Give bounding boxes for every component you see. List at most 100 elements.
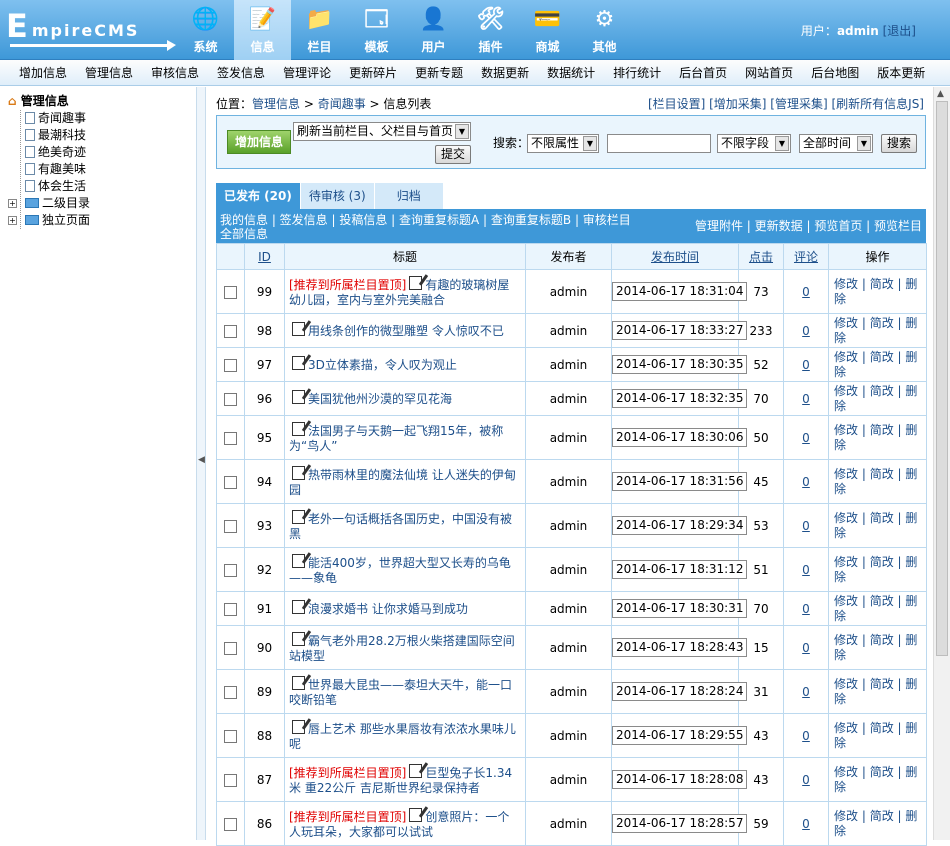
row-checkbox[interactable] — [224, 392, 237, 406]
tree-folder[interactable]: + 二级目录 — [8, 195, 196, 212]
quick-edit-link[interactable]: 简改 — [870, 277, 894, 291]
scroll-thumb[interactable] — [936, 101, 948, 656]
title-link[interactable]: 热带雨林里的魔法仙境 让人迷失的伊甸园 — [289, 468, 516, 497]
comments-link[interactable]: 0 — [802, 392, 810, 406]
row-checkbox[interactable] — [224, 641, 237, 655]
row-checkbox[interactable] — [224, 773, 237, 787]
publish-time-field[interactable]: 2014-06-17 18:29:55 — [612, 726, 748, 745]
status-tab[interactable]: 待审核 (3) — [300, 183, 374, 209]
tree-item[interactable]: 体会生活 — [8, 178, 196, 195]
row-checkbox[interactable] — [224, 563, 237, 577]
subnav-item[interactable]: 增加信息 — [10, 60, 76, 85]
publish-time-field[interactable]: 2014-06-17 18:28:43 — [612, 638, 748, 657]
row-checkbox[interactable] — [224, 324, 237, 338]
publish-time-field[interactable]: 2014-06-17 18:31:04 — [612, 282, 748, 301]
edit-link[interactable]: 修改 — [834, 423, 858, 437]
subnav-item[interactable]: 数据更新 — [472, 60, 538, 85]
quick-edit-link[interactable]: 简改 — [870, 721, 894, 735]
title-link[interactable]: 老外一句话概括各国历史，中国没有被黑 — [289, 512, 512, 541]
nav-user[interactable]: 👤 用户 — [405, 0, 462, 60]
comments-link[interactable]: 0 — [802, 563, 810, 577]
title-link[interactable]: 唇上艺术 那些水果唇妆有浓浓水果味儿呢 — [289, 722, 516, 751]
edit-note-icon[interactable] — [292, 675, 305, 690]
publish-time-field[interactable]: 2014-06-17 18:28:57 — [612, 814, 748, 833]
status-tab[interactable]: 归档 — [374, 183, 443, 209]
search-button[interactable]: 搜索 — [881, 134, 917, 153]
subnav-item[interactable]: 网站首页 — [736, 60, 802, 85]
logout-link[interactable]: [退出] — [883, 24, 916, 38]
edit-link[interactable]: 修改 — [834, 511, 858, 525]
quick-edit-link[interactable]: 简改 — [870, 633, 894, 647]
publish-time-field[interactable]: 2014-06-17 18:33:27 — [612, 321, 748, 340]
edit-note-icon[interactable] — [292, 631, 305, 646]
publish-time-field[interactable]: 2014-06-17 18:31:56 — [612, 472, 748, 491]
attribute-select[interactable]: 不限属性 ▼ — [527, 134, 599, 153]
comments-link[interactable]: 0 — [802, 285, 810, 299]
edit-link[interactable]: 修改 — [834, 316, 858, 330]
quick-edit-link[interactable]: 简改 — [870, 423, 894, 437]
edit-note-icon[interactable] — [292, 421, 305, 436]
status-tab[interactable]: 已发布 (20) — [216, 183, 300, 209]
comments-link[interactable]: 0 — [802, 729, 810, 743]
title-link[interactable]: 霸气老外用28.2万根火柴搭建国际空间站模型 — [289, 634, 515, 663]
row-checkbox[interactable] — [224, 519, 237, 533]
left-action-links[interactable]: 我的信息 | 签发信息 | 投稿信息 | 查询重复标题A | 查询重复标题B |… — [220, 213, 640, 241]
search-input[interactable] — [607, 134, 711, 153]
field-select[interactable]: 不限字段 ▼ — [717, 134, 791, 153]
subnav-item[interactable]: 排行统计 — [604, 60, 670, 85]
scroll-up-icon[interactable]: ▲ — [937, 89, 944, 99]
edit-note-icon[interactable] — [409, 275, 423, 290]
edit-link[interactable]: 修改 — [834, 277, 858, 291]
title-link[interactable]: 美国犹他州沙漠的罕见花海 — [308, 392, 452, 406]
subnav-item[interactable]: 数据统计 — [538, 60, 604, 85]
edit-link[interactable]: 修改 — [834, 350, 858, 364]
tree-folder[interactable]: + 独立页面 — [8, 212, 196, 229]
refresh-select[interactable]: 刷新当前栏目、父栏目与首页 ▼ — [293, 122, 471, 141]
edit-link[interactable]: 修改 — [834, 384, 858, 398]
publish-time-field[interactable]: 2014-06-17 18:28:08 — [612, 770, 748, 789]
title-link[interactable]: 浪漫求婚书 让你求婚马到成功 — [308, 602, 468, 616]
edit-link[interactable]: 修改 — [834, 677, 858, 691]
tree-item[interactable]: 奇闻趣事 — [8, 110, 196, 127]
title-link[interactable]: 3D立体素描，令人叹为观止 — [308, 358, 457, 372]
subnav-item[interactable]: 版本更新 — [868, 60, 934, 85]
edit-link[interactable]: 修改 — [834, 555, 858, 569]
edit-link[interactable]: 修改 — [834, 594, 858, 608]
time-select[interactable]: 全部时间 ▼ — [799, 134, 873, 153]
submit-button[interactable]: 提交 — [435, 145, 471, 164]
quick-edit-link[interactable]: 简改 — [870, 316, 894, 330]
publish-time-field[interactable]: 2014-06-17 18:28:24 — [612, 682, 748, 701]
row-checkbox[interactable] — [224, 602, 237, 616]
publish-time-field[interactable]: 2014-06-17 18:32:35 — [612, 389, 748, 408]
publish-time-field[interactable]: 2014-06-17 18:29:34 — [612, 516, 748, 535]
nav-globe[interactable]: 🌐 系统 — [177, 0, 234, 60]
row-checkbox[interactable] — [224, 358, 237, 372]
subnav-item[interactable]: 管理评论 — [274, 60, 340, 85]
publish-time-field[interactable]: 2014-06-17 18:30:06 — [612, 428, 748, 447]
breadcrumb-manage-info[interactable]: 管理信息 — [252, 97, 300, 111]
expand-icon[interactable]: + — [8, 216, 17, 225]
tree-item[interactable]: 最潮科技 — [8, 127, 196, 144]
edit-note-icon[interactable] — [292, 356, 305, 370]
edit-note-icon[interactable] — [409, 763, 423, 778]
edit-link[interactable]: 修改 — [834, 633, 858, 647]
quick-edit-link[interactable]: 简改 — [870, 555, 894, 569]
comments-link[interactable]: 0 — [802, 475, 810, 489]
title-link[interactable]: 能活400岁，世界超大型又长寿的乌龟——象龟 — [289, 556, 511, 585]
publish-time-field[interactable]: 2014-06-17 18:30:31 — [612, 599, 748, 618]
edit-note-icon[interactable] — [409, 807, 423, 822]
id-column-header[interactable]: ID — [244, 243, 285, 270]
edit-link[interactable]: 修改 — [834, 467, 858, 481]
subnav-item[interactable]: 后台地图 — [802, 60, 868, 85]
comments-link[interactable]: 0 — [802, 773, 810, 787]
nav-tools[interactable]: 🛠 插件 — [462, 0, 519, 60]
row-checkbox[interactable] — [224, 817, 237, 831]
edit-note-icon[interactable] — [292, 390, 305, 404]
nav-notepad[interactable]: 📝 信息 — [234, 0, 291, 60]
title-link[interactable]: 用线条创作的微型雕塑 令人惊叹不已 — [308, 324, 504, 338]
row-checkbox[interactable] — [224, 475, 237, 489]
nav-folder[interactable]: 📁 栏目 — [291, 0, 348, 60]
add-info-button[interactable]: 增加信息 — [227, 130, 291, 154]
right-action-links[interactable]: 管理附件 | 更新数据 | 预览首页 | 预览栏目 — [695, 219, 922, 233]
tree-item[interactable]: 绝美奇迹 — [8, 144, 196, 161]
